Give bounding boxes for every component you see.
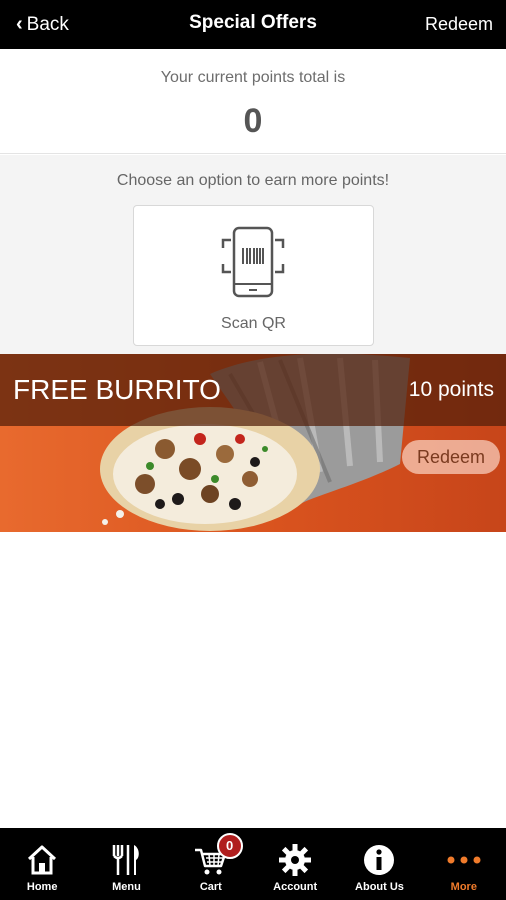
bottom-tab-bar: Home Menu 0 Cart Account About Us More xyxy=(0,828,506,900)
tab-label: Home xyxy=(26,881,58,893)
offer-redeem-button[interactable]: Redeem xyxy=(402,440,500,474)
tab-about-us[interactable]: About Us xyxy=(337,828,421,900)
chevron-left-icon: ‹ xyxy=(16,12,23,35)
gear-icon xyxy=(279,844,312,876)
qr-scan-phone-icon xyxy=(221,226,285,298)
scan-qr-button[interactable]: Scan QR xyxy=(133,205,374,346)
tab-account[interactable]: Account xyxy=(253,828,337,900)
offer-card: FREE BURRITO 10 points Redeem xyxy=(0,354,506,532)
tab-home[interactable]: Home xyxy=(0,828,84,900)
tab-label: More xyxy=(450,881,477,893)
back-button[interactable]: ‹ Back xyxy=(16,0,69,49)
points-summary: Your current points total is 0 xyxy=(0,49,506,154)
tab-label: Account xyxy=(273,881,318,893)
redeem-header-button[interactable]: Redeem xyxy=(425,0,493,49)
earn-points-section: Choose an option to earn more points! Sc… xyxy=(0,155,506,354)
tab-label: About Us xyxy=(355,881,404,893)
points-value: 0 xyxy=(243,102,263,140)
info-icon xyxy=(364,845,395,875)
tab-menu[interactable]: Menu xyxy=(84,828,168,900)
tab-label: Cart xyxy=(199,881,222,893)
cart-count-badge: 0 xyxy=(216,833,243,859)
offer-title: FREE BURRITO xyxy=(13,374,221,405)
utensils-icon xyxy=(113,845,140,875)
earn-points-label: Choose an option to earn more points! xyxy=(116,172,390,189)
top-nav-bar: ‹ Back Special Offers Redeem xyxy=(0,0,506,49)
tab-more[interactable]: More xyxy=(422,828,506,900)
back-label: Back xyxy=(26,13,69,35)
tab-cart[interactable]: 0 Cart xyxy=(169,828,253,900)
more-dots-icon xyxy=(447,856,481,864)
tab-label: Menu xyxy=(112,881,141,893)
home-icon xyxy=(28,845,57,875)
points-label: Your current points total is xyxy=(160,69,346,86)
offer-points: 10 points xyxy=(408,378,494,401)
scan-qr-label: Scan QR xyxy=(221,315,286,332)
